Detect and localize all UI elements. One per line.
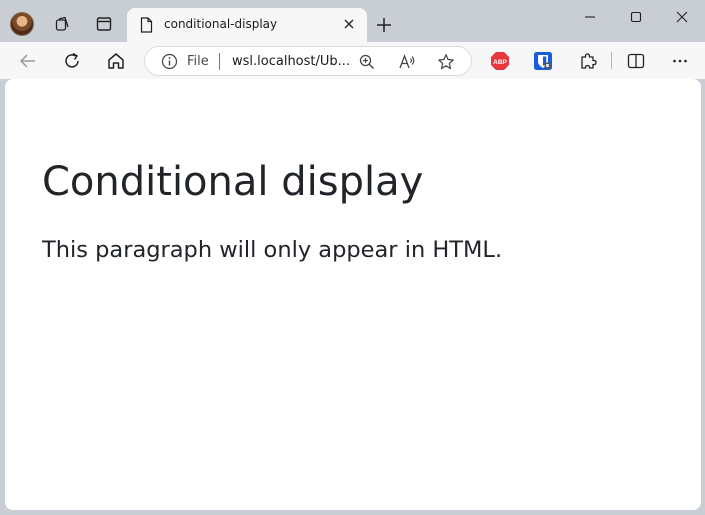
- page-paragraph: This paragraph will only appear in HTML.: [42, 237, 503, 263]
- split-screen-icon[interactable]: [626, 51, 646, 71]
- window-close-icon[interactable]: [673, 8, 691, 26]
- title-bar: conditional-display: [0, 0, 705, 42]
- page-heading: Conditional display: [42, 159, 424, 205]
- abp-icon[interactable]: ABP: [490, 51, 510, 71]
- page-viewport: Conditional display This paragraph will …: [5, 79, 701, 510]
- more-icon[interactable]: [670, 51, 690, 71]
- close-icon[interactable]: [341, 16, 357, 32]
- star-icon[interactable]: [437, 53, 455, 71]
- collections-icon[interactable]: [51, 13, 73, 35]
- zoom-icon[interactable]: [358, 53, 376, 71]
- back-arrow-icon[interactable]: [17, 50, 39, 72]
- home-icon[interactable]: [105, 50, 127, 72]
- minimize-icon[interactable]: [581, 8, 599, 26]
- plus-icon[interactable]: [373, 14, 395, 36]
- url-text[interactable]: wsl.localhost/Ub...: [232, 54, 350, 69]
- abp-label: ABP: [493, 59, 507, 66]
- tab-title: conditional-display: [164, 17, 278, 31]
- bitwarden-icon[interactable]: [533, 51, 553, 71]
- address-divider: [219, 53, 220, 70]
- tab-conditional-display[interactable]: conditional-display: [127, 8, 367, 42]
- info-icon[interactable]: [161, 53, 178, 75]
- read-aloud-icon[interactable]: [398, 53, 416, 71]
- document-icon: [140, 17, 153, 38]
- address-bar[interactable]: File wsl.localhost/Ub...: [144, 46, 472, 76]
- tab-actions-icon[interactable]: [93, 13, 115, 35]
- maximize-icon[interactable]: [627, 8, 645, 26]
- refresh-icon[interactable]: [61, 50, 83, 72]
- puzzle-icon[interactable]: [578, 51, 598, 71]
- browser-toolbar: File wsl.localhost/Ub... ABP: [0, 42, 705, 79]
- profile-avatar[interactable]: [10, 12, 34, 36]
- toolbar-divider: [611, 52, 612, 69]
- scheme-label: File: [187, 54, 209, 69]
